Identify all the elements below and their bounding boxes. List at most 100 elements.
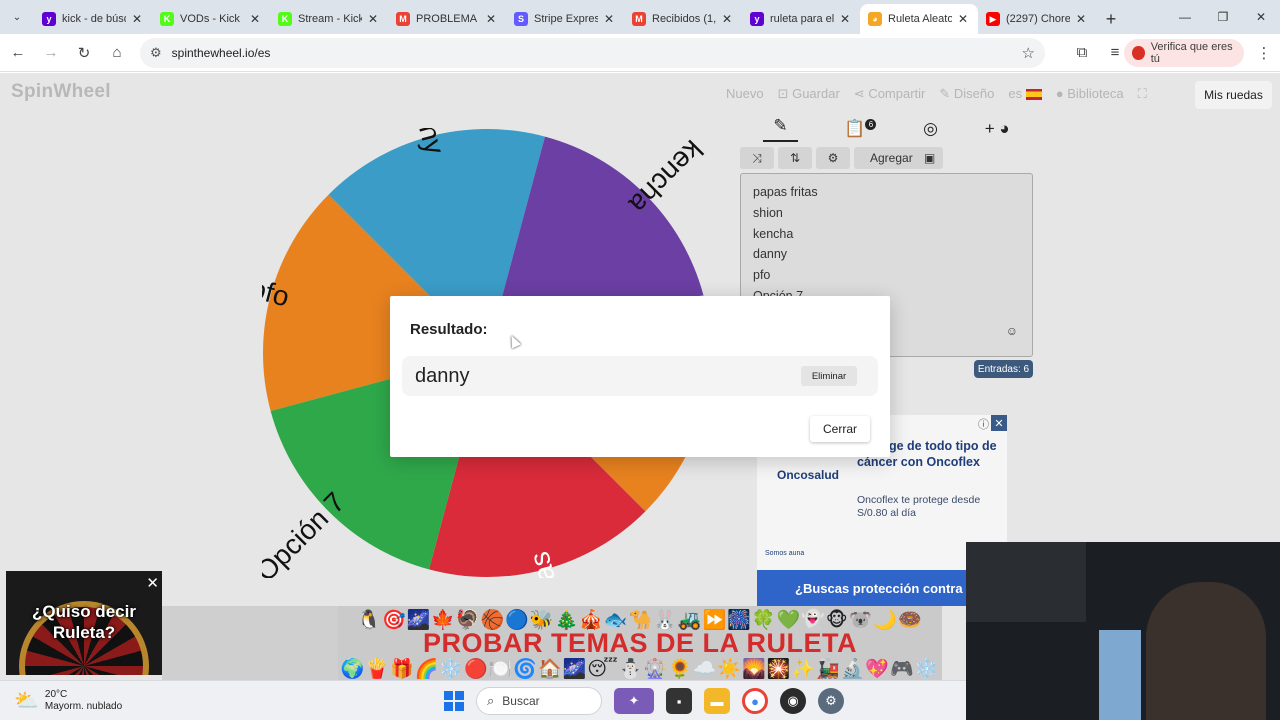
close-dialog-button[interactable]: Cerrar bbox=[810, 416, 870, 442]
spain-flag-icon bbox=[1025, 89, 1042, 101]
nav-save-label: Guardar bbox=[792, 86, 840, 101]
tab-title: PROBLEMA C bbox=[416, 13, 480, 25]
taskbar: ⛅ 20°C Mayorm. nublado ⌕ Buscar ✦ ▪ ▬ ● … bbox=[0, 680, 966, 720]
terminal-app-icon[interactable]: ▪ bbox=[666, 688, 692, 714]
browser-tab[interactable]: M Recibidos (1, ✕ bbox=[624, 4, 742, 34]
ruleta-ad-close-icon[interactable]: ✕ bbox=[146, 574, 159, 592]
tab-title: (2297) Chore bbox=[1006, 13, 1070, 25]
ad-placeholder bbox=[162, 606, 338, 680]
nav-save[interactable]: ⊡ Guardar bbox=[778, 86, 840, 102]
tab-close-icon[interactable]: ✕ bbox=[130, 12, 144, 26]
result-value: danny bbox=[415, 365, 470, 387]
browser-tab[interactable]: ▶ (2297) Chore ✕ bbox=[978, 4, 1096, 34]
result-dialog: Resultado: danny Eliminar Cerrar bbox=[390, 296, 890, 457]
weather-temp: 20°C bbox=[44, 688, 68, 700]
browser-tab[interactable]: ◕ Ruleta Aleato ✕ bbox=[860, 4, 978, 34]
windows-start-icon[interactable] bbox=[444, 691, 464, 711]
tab-close-icon[interactable]: ✕ bbox=[1074, 12, 1088, 26]
tab-close-icon[interactable]: ✕ bbox=[248, 12, 262, 26]
file-explorer-icon[interactable]: ▬ bbox=[704, 688, 730, 714]
themes-banner[interactable]: 🐧🎯🌌🍁🦃🏀🔵🐝🎄🎪🐟🐪🐰🚜⏩🎆🍀💚👻🐵🐨🌙🍩 PROBAR TEMAS DE … bbox=[338, 606, 942, 680]
search-icon: ⌕ bbox=[487, 693, 495, 708]
browser-tab[interactable]: y kick - de búsqueda ✕ bbox=[34, 4, 152, 34]
browser-tab[interactable]: K Stream - Kick ✕ bbox=[270, 4, 388, 34]
add-image-button[interactable]: Agregar ▣ bbox=[854, 147, 944, 169]
add-color-icon[interactable]: + ◕ bbox=[985, 119, 1010, 139]
fullscreen-icon[interactable]: ⛶ bbox=[1138, 86, 1147, 102]
tab-close-icon[interactable]: ✕ bbox=[956, 12, 970, 26]
extensions-icon[interactable]: ⧉ bbox=[1067, 38, 1097, 68]
back-icon[interactable]: ← bbox=[3, 38, 33, 68]
tab-close-icon[interactable]: ✕ bbox=[484, 12, 498, 26]
taskbar-apps: ✦ ▪ ▬ ● ◉ ⚙ bbox=[614, 688, 844, 714]
my-wheels-button[interactable]: Mis ruedas bbox=[1195, 81, 1272, 109]
sort-icon[interactable]: ⇅ bbox=[778, 147, 812, 169]
taskbar-search[interactable]: ⌕ Buscar bbox=[476, 687, 602, 715]
nav-design[interactable]: ✎ Diseño bbox=[939, 86, 994, 102]
ad-close-icon[interactable]: ✕ bbox=[991, 415, 1007, 431]
bookmark-star-icon[interactable]: ☆ bbox=[1022, 44, 1035, 62]
oncosalud-bar-ad[interactable]: ¿Buscas protección contra bbox=[757, 570, 972, 606]
nav-share[interactable]: ⋖ Compartir bbox=[854, 86, 926, 102]
weather-widget[interactable]: ⛅ 20°C Mayorm. nublado bbox=[14, 688, 122, 713]
tab-close-icon[interactable]: ✕ bbox=[720, 12, 734, 26]
entry-line: papas fritas bbox=[753, 185, 818, 199]
entries-count-badge: Entradas: 6 bbox=[974, 360, 1033, 378]
nav-library-label: Biblioteca bbox=[1067, 86, 1124, 101]
chrome-app-icon[interactable]: ● bbox=[742, 688, 768, 714]
dialog-title: Resultado: bbox=[410, 321, 488, 338]
menu-kebab-icon[interactable]: ⋮ bbox=[1249, 38, 1279, 68]
tab-favicon-icon: y bbox=[750, 12, 764, 26]
browser-toolbar: ← → ↻ ⌂ ⚙ spinthewheel.io/es ☆ ⧉ ≡ Verif… bbox=[0, 34, 1280, 72]
nav-language[interactable]: es bbox=[1008, 86, 1042, 102]
nav-new[interactable]: Nuevo bbox=[726, 86, 764, 102]
entry-line: kencha bbox=[753, 226, 794, 241]
reload-icon[interactable]: ↻ bbox=[69, 38, 99, 68]
tab-close-icon[interactable]: ✕ bbox=[366, 12, 380, 26]
ad-info-icon[interactable]: ⓘ bbox=[978, 416, 989, 432]
tab-favicon-icon: M bbox=[396, 12, 410, 26]
tab-favicon-icon: ◕ bbox=[868, 12, 882, 26]
tab-favicon-icon: ▶ bbox=[986, 12, 1000, 26]
results-count-badge: 6 bbox=[865, 119, 877, 130]
settings-app-icon[interactable]: ⚙ bbox=[818, 688, 844, 714]
restore-icon[interactable]: ❐ bbox=[1204, 0, 1242, 34]
results-clipboard-icon[interactable]: 📋 6 bbox=[844, 119, 877, 139]
hide-eye-icon[interactable]: ◎ bbox=[923, 119, 938, 139]
address-bar[interactable]: ⚙ spinthewheel.io/es ☆ bbox=[140, 37, 1045, 68]
window-controls: — ❐ ✕ bbox=[1166, 0, 1280, 34]
site-info-icon[interactable]: ⚙ bbox=[150, 45, 162, 61]
browser-tab[interactable]: M PROBLEMA C ✕ bbox=[388, 4, 506, 34]
delete-result-button[interactable]: Eliminar bbox=[801, 366, 857, 386]
new-tab-button[interactable]: + bbox=[1096, 4, 1126, 34]
edit-pencil-icon[interactable]: ✎ bbox=[763, 116, 798, 142]
browser-tab[interactable]: S Stripe Expres ✕ bbox=[506, 4, 624, 34]
profile-avatar-icon bbox=[1132, 46, 1145, 60]
tab-close-icon[interactable]: ✕ bbox=[838, 12, 852, 26]
nav-library[interactable]: ● Biblioteca bbox=[1056, 86, 1124, 102]
emoji-icon[interactable]: ☺ bbox=[1006, 321, 1018, 342]
tab-search-icon[interactable]: ⌄ bbox=[0, 0, 34, 34]
tab-favicon-icon: S bbox=[514, 12, 528, 26]
site-logo[interactable]: SpinWheel bbox=[11, 81, 111, 103]
settings-gear-icon[interactable]: ⚙ bbox=[816, 147, 850, 169]
ad-brand-logo: Oncosalud bbox=[777, 468, 840, 482]
shuffle-icon[interactable]: ⤨ bbox=[740, 147, 774, 169]
browser-tab[interactable]: K VODs - Kick I ✕ bbox=[152, 4, 270, 34]
verify-chip[interactable]: Verifica que eres tú bbox=[1124, 39, 1244, 67]
tab-strip: ⌄ y kick - de búsqueda ✕ K VODs - Kick I ✕ K St… bbox=[0, 0, 1280, 34]
minimize-icon[interactable]: — bbox=[1166, 0, 1204, 34]
webcam-object bbox=[1099, 630, 1141, 720]
entry-line: shion bbox=[753, 205, 783, 220]
widgets-app-icon[interactable]: ✦ bbox=[614, 688, 654, 714]
home-icon[interactable]: ⌂ bbox=[102, 38, 132, 68]
tab-title: kick - de búsqueda bbox=[62, 13, 126, 25]
ad-subtext: Oncoflex te protege desde S/0.80 al día bbox=[857, 494, 981, 519]
ruleta-ad[interactable]: ¿Quiso decir Ruleta? ✕ bbox=[6, 571, 162, 675]
ad-small-text: Somos auna bbox=[765, 550, 805, 557]
obs-app-icon[interactable]: ◉ bbox=[780, 688, 806, 714]
forward-icon[interactable]: → bbox=[36, 38, 66, 68]
browser-tab[interactable]: y ruleta para el ✕ bbox=[742, 4, 860, 34]
close-window-icon[interactable]: ✕ bbox=[1242, 0, 1280, 34]
tab-close-icon[interactable]: ✕ bbox=[602, 12, 616, 26]
